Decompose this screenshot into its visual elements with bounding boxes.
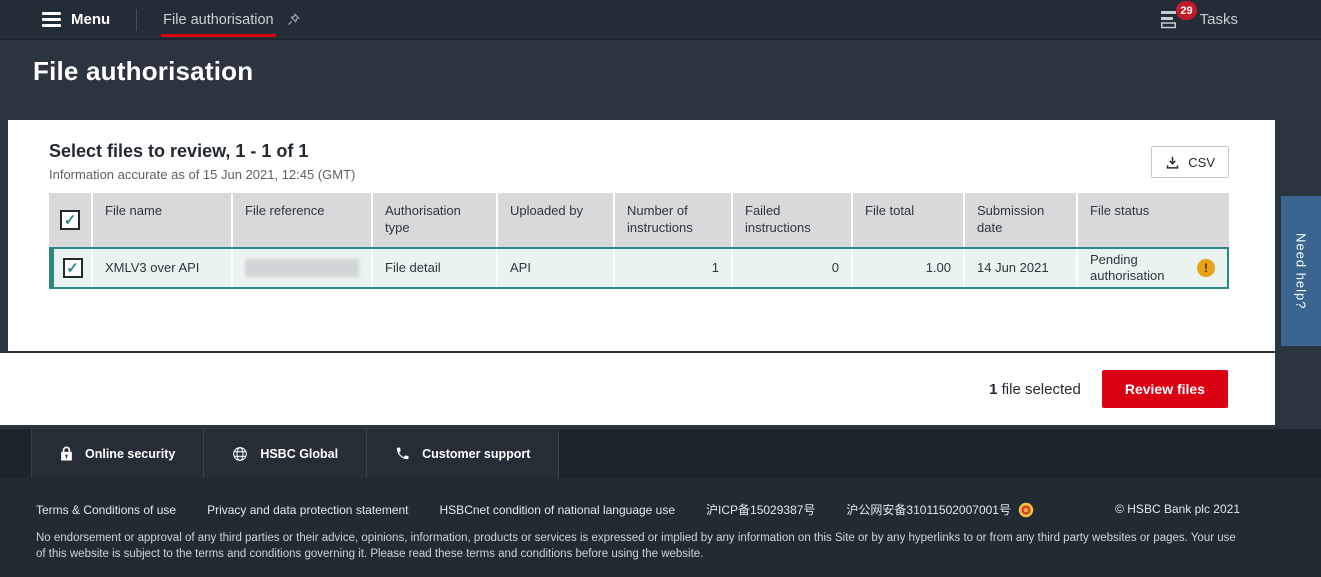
table-row[interactable]: XMLV3 over API File detail API 1 0 1.00 … <box>49 247 1229 289</box>
top-navigation-bar: Menu File authorisation 29 Tasks <box>0 0 1321 40</box>
tab-label: File authorisation <box>163 12 273 28</box>
tab-file-authorisation[interactable]: File authorisation <box>163 0 273 40</box>
selected-count-label: file selected <box>1002 381 1081 398</box>
page-title: File authorisation <box>33 56 253 87</box>
cell-failed-instructions: 0 <box>733 249 853 287</box>
cell-number-of-instructions: 1 <box>615 249 733 287</box>
action-bar: 1 file selected Review files <box>0 353 1275 425</box>
pending-warning-icon <box>1197 259 1215 277</box>
lock-icon <box>60 446 73 461</box>
hsbc-global-label: HSBC Global <box>260 447 338 461</box>
column-header-file-total: File total <box>853 193 965 247</box>
tasks-area[interactable]: 29 Tasks <box>1161 10 1238 29</box>
files-table: File name File reference Authorisation t… <box>49 193 1229 289</box>
review-files-button[interactable]: Review files <box>1102 370 1228 408</box>
tasks-count-badge: 29 <box>1176 1 1196 20</box>
cell-file-reference <box>233 249 373 287</box>
pin-icon[interactable] <box>286 12 301 27</box>
column-header-file-status: File status <box>1078 193 1229 247</box>
security-filing-label: 沪公网安备31011502007001号 <box>846 501 1011 518</box>
footer-quicklinks-bar: Online security HSBC Global Customer sup… <box>0 429 1321 478</box>
terms-conditions-link[interactable]: Terms & Conditions of use <box>36 503 176 517</box>
column-header-failed-instructions: Failed instructions <box>733 193 853 247</box>
cell-authorisation-type: File detail <box>373 249 498 287</box>
cell-uploaded-by: API <box>498 249 615 287</box>
files-card: Select files to review, 1 - 1 of 1 Infor… <box>8 120 1275 351</box>
disclaimer-text: No endorsement or approval of any third … <box>36 531 1241 562</box>
info-accurate-timestamp: Information accurate as of 15 Jun 2021, … <box>49 167 355 182</box>
topbar-divider <box>136 9 137 31</box>
row-checkbox[interactable] <box>63 258 83 278</box>
globe-icon <box>232 446 248 462</box>
card-heading: Select files to review, 1 - 1 of 1 <box>49 141 308 162</box>
csv-export-button[interactable]: CSV <box>1151 146 1229 178</box>
column-header-submission-date: Submission date <box>965 193 1078 247</box>
footer-bottom: Terms & Conditions of use Privacy and da… <box>0 478 1321 577</box>
copyright-text: © HSBC Bank plc 2021 <box>1115 502 1240 516</box>
select-all-checkbox[interactable] <box>60 210 80 230</box>
cell-submission-date: 14 Jun 2021 <box>965 249 1078 287</box>
police-badge-icon <box>1018 502 1034 518</box>
download-icon <box>1165 155 1180 170</box>
cell-file-name: XMLV3 over API <box>93 249 233 287</box>
column-header-number-of-instructions: Number of instructions <box>615 193 733 247</box>
file-reference-redacted <box>245 259 359 277</box>
hamburger-menu-icon[interactable] <box>42 12 61 27</box>
need-help-label: Need help? <box>1294 233 1309 310</box>
file-authorisation-screen: Menu File authorisation 29 Tasks File a <box>0 0 1321 577</box>
column-header-uploaded-by: Uploaded by <box>498 193 615 247</box>
security-filing-link[interactable]: 沪公网安备31011502007001号 <box>846 501 1034 518</box>
national-language-link[interactable]: HSBCnet condition of national language u… <box>440 503 676 517</box>
column-header-file-reference: File reference <box>233 193 373 247</box>
selected-count-number: 1 <box>989 381 997 398</box>
customer-support-label: Customer support <box>422 447 530 461</box>
icp-licence-link[interactable]: 沪ICP备15029387号 <box>706 501 815 518</box>
hsbc-global-link[interactable]: HSBC Global <box>204 429 367 478</box>
online-security-label: Online security <box>85 447 175 461</box>
file-status-text: Pending authorisation <box>1090 252 1185 285</box>
phone-icon <box>395 446 410 461</box>
cell-file-total: 1.00 <box>853 249 965 287</box>
online-security-link[interactable]: Online security <box>31 429 204 478</box>
table-header-row: File name File reference Authorisation t… <box>49 193 1229 247</box>
menu-button[interactable]: Menu <box>71 11 110 28</box>
cell-file-status: Pending authorisation <box>1078 249 1227 287</box>
files-selected-count: 1 file selected <box>989 381 1081 398</box>
csv-button-label: CSV <box>1188 155 1215 170</box>
privacy-statement-link[interactable]: Privacy and data protection statement <box>207 503 408 517</box>
tasks-icon: 29 <box>1161 10 1184 29</box>
customer-support-link[interactable]: Customer support <box>367 429 559 478</box>
tasks-label: Tasks <box>1200 11 1238 28</box>
footer-links-row: Terms & Conditions of use Privacy and da… <box>36 501 1034 518</box>
column-header-file-name: File name <box>93 193 233 247</box>
need-help-tab[interactable]: Need help? <box>1281 196 1321 346</box>
column-header-authorisation-type: Authorisation type <box>373 193 498 247</box>
